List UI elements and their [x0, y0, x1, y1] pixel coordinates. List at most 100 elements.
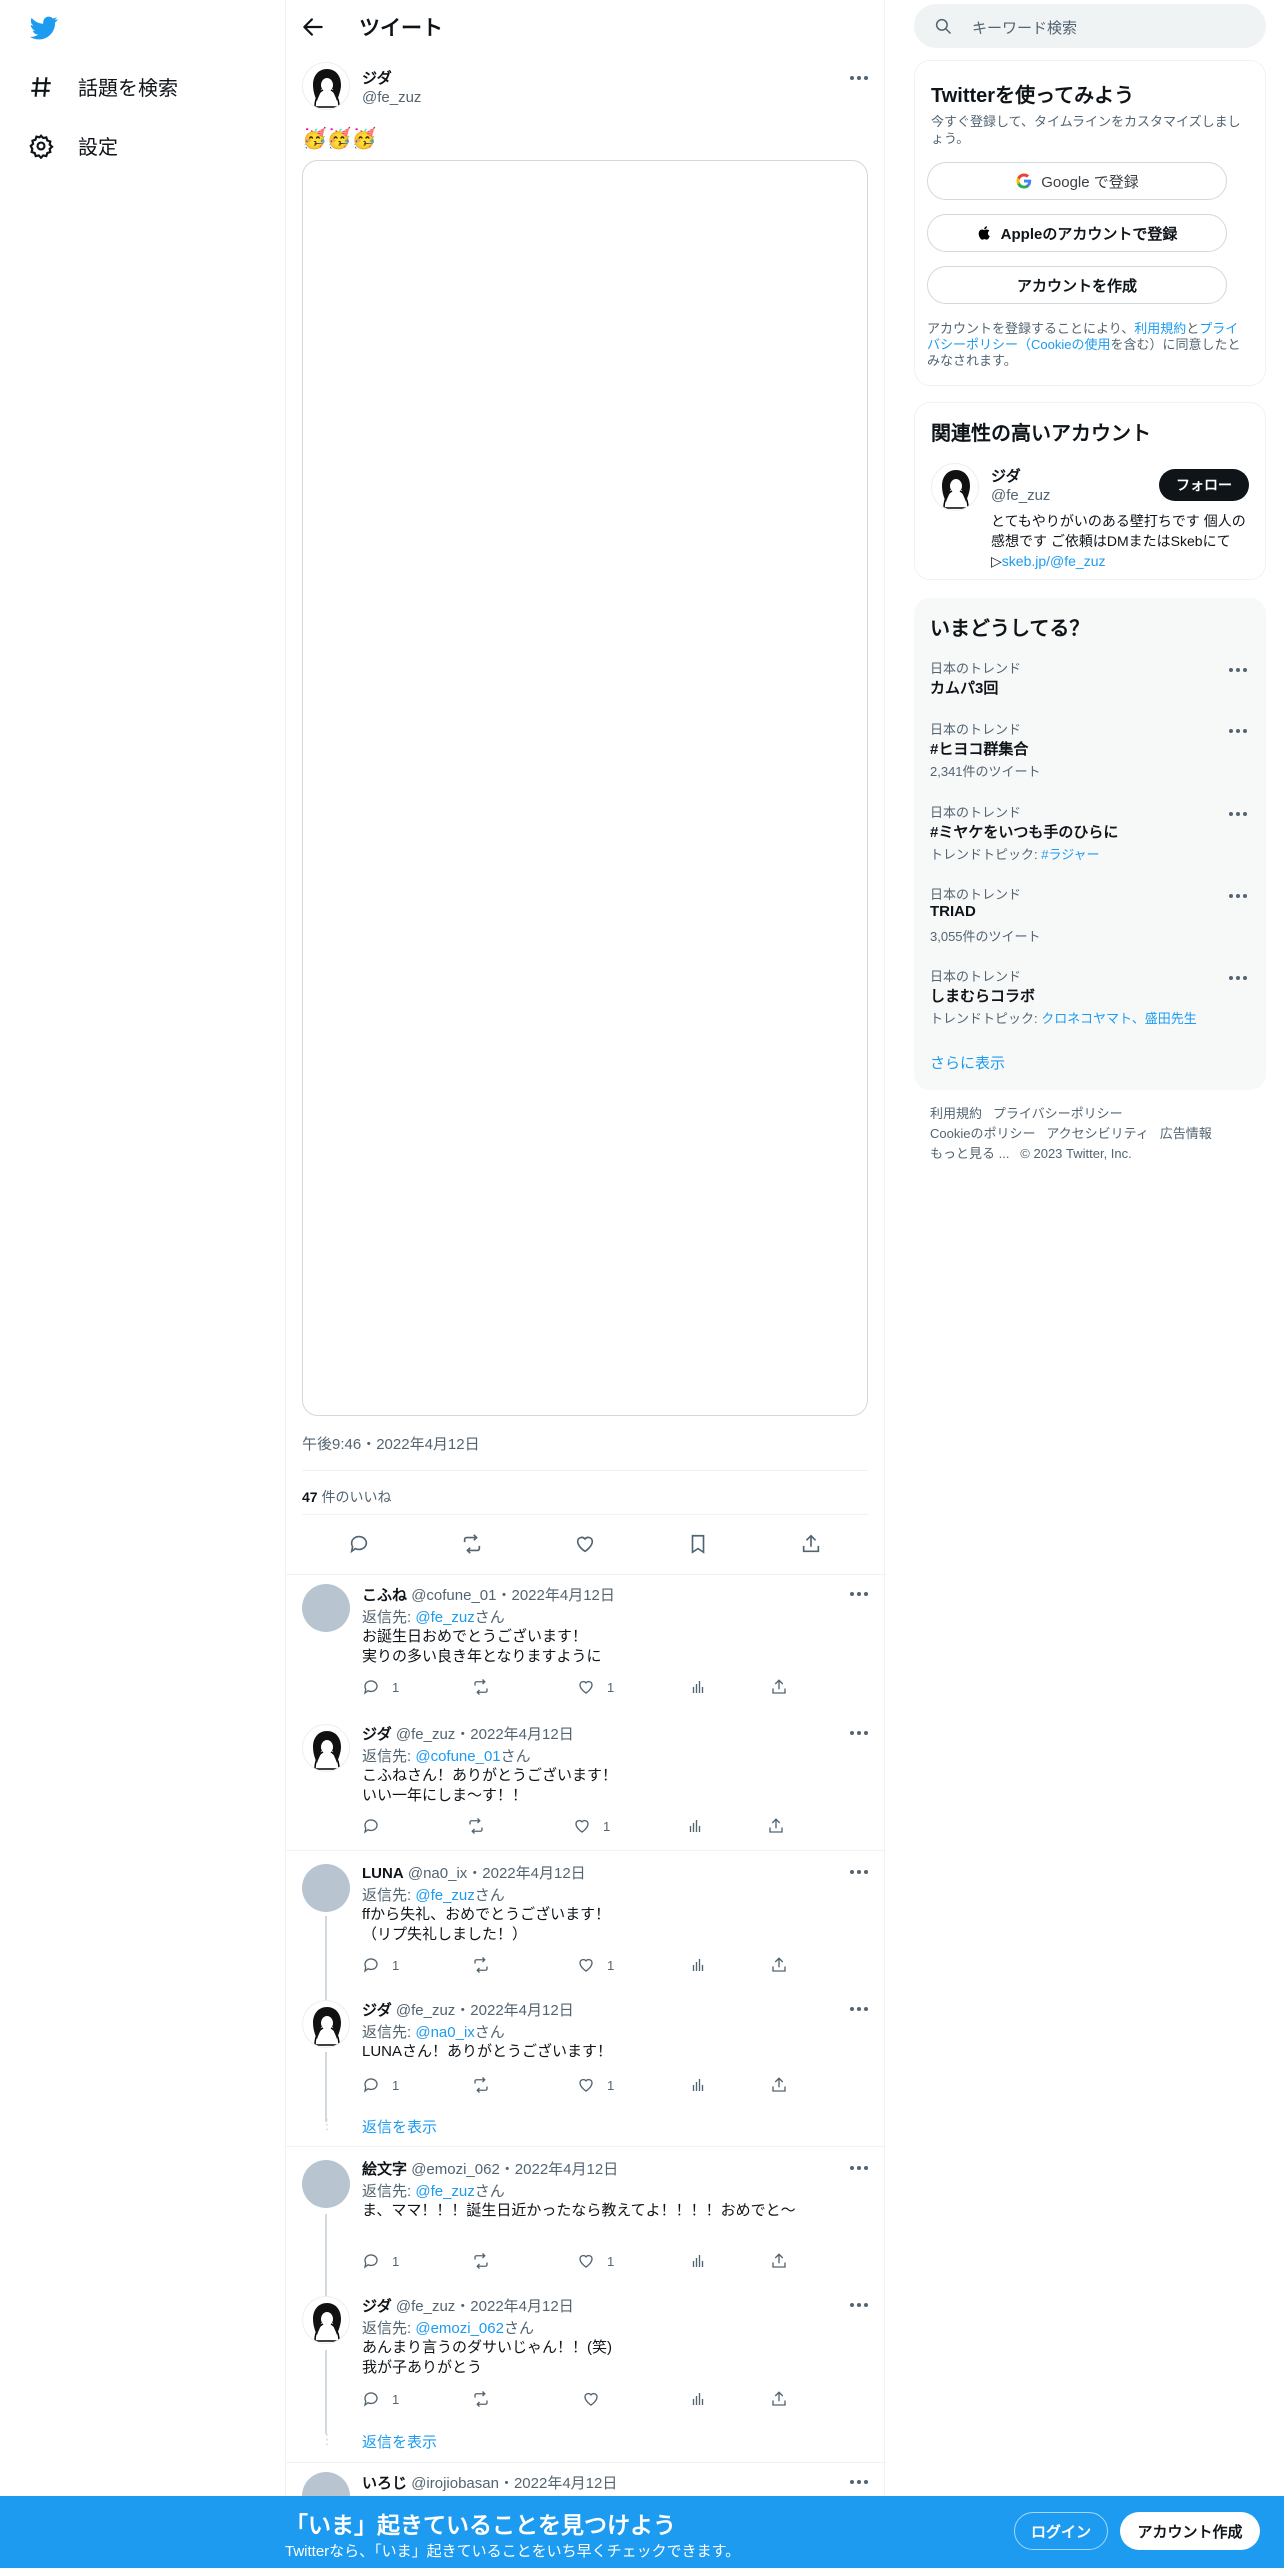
retweet-button[interactable]: [467, 1817, 497, 1835]
more-icon[interactable]: [847, 2156, 871, 2180]
analytics-button[interactable]: [686, 1817, 704, 1835]
reply-author-handle[interactable]: @irojiobasan: [411, 2475, 499, 2492]
reply-author-handle[interactable]: @cofune_01: [411, 1587, 496, 1604]
reply-date[interactable]: ・2022年4月12日: [467, 1865, 585, 1882]
reply-to-link[interactable]: @na0_ix: [415, 2024, 474, 2041]
like-button[interactable]: 1: [577, 1678, 614, 1696]
login-button[interactable]: ログイン: [1014, 2512, 1108, 2550]
reply-date[interactable]: ・2022年4月12日: [455, 1726, 573, 1743]
more-icon[interactable]: [847, 1721, 871, 1745]
bookmark-icon[interactable]: [687, 1533, 709, 1555]
retweet-button[interactable]: [472, 1678, 502, 1696]
reply-to-link[interactable]: @fe_zuz: [415, 1887, 474, 1904]
reply-author-name[interactable]: 絵文字: [362, 2161, 407, 2178]
share-button[interactable]: [770, 2390, 788, 2408]
search-input[interactable]: キーワード検索: [972, 17, 1077, 38]
reply-date[interactable]: ・2022年4月12日: [455, 2298, 573, 2315]
avatar[interactable]: [302, 1864, 350, 1912]
analytics-button[interactable]: [689, 2390, 707, 2408]
reply-button[interactable]: 1: [362, 2390, 399, 2408]
more-icon[interactable]: [847, 1582, 871, 1606]
reply-button[interactable]: 1: [362, 2076, 399, 2094]
show-more-trends-link[interactable]: さらに表示: [930, 1052, 1005, 1073]
twitter-logo-icon[interactable]: [28, 14, 60, 42]
reply-author-handle[interactable]: @fe_zuz: [396, 2002, 455, 2019]
nav-settings[interactable]: 設定: [28, 131, 118, 160]
share-icon[interactable]: [800, 1533, 822, 1555]
trend-topic-link[interactable]: #ラジャー: [1041, 847, 1099, 862]
follow-button[interactable]: フォロー: [1159, 469, 1249, 501]
avatar[interactable]: [302, 2296, 350, 2344]
reply-author-name[interactable]: ジダ: [362, 2298, 392, 2315]
related-account-handle[interactable]: @fe_zuz: [991, 487, 1050, 504]
reply-tweet[interactable]: ジダ @fe_zuz・2022年4月12日 返信先: @cofune_01さん …: [286, 1714, 886, 1850]
reply-author-name[interactable]: ジダ: [362, 1726, 392, 1743]
retweet-button[interactable]: [472, 1956, 502, 1974]
footer-link[interactable]: 利用規約: [930, 1106, 982, 1121]
tweet-author-handle[interactable]: @fe_zuz: [362, 89, 421, 106]
heart-icon[interactable]: [574, 1533, 596, 1555]
reply-tweet[interactable]: ジダ @fe_zuz・2022年4月12日 返信先: @na0_ixさん LUN…: [286, 1990, 886, 2100]
reply-author-handle[interactable]: @emozi_062: [411, 2161, 500, 2178]
like-button[interactable]: 1: [573, 1817, 610, 1835]
reply-tweet[interactable]: LUNA @na0_ix・2022年4月12日 返信先: @fe_zuzさん f…: [286, 1850, 886, 1990]
reply-to-link[interactable]: @emozi_062: [415, 2320, 504, 2337]
analytics-button[interactable]: [689, 2252, 707, 2270]
reply-date[interactable]: ・2022年4月12日: [499, 2475, 617, 2492]
reply-author-name[interactable]: こふね: [362, 1587, 407, 1604]
reply-icon[interactable]: [348, 1533, 370, 1555]
reply-author-handle[interactable]: @fe_zuz: [396, 2298, 455, 2315]
more-icon[interactable]: [1226, 966, 1250, 990]
share-button[interactable]: [770, 1956, 788, 1974]
reply-date[interactable]: ・2022年4月12日: [455, 2002, 573, 2019]
share-button[interactable]: [770, 1678, 788, 1696]
avatar[interactable]: [302, 1584, 350, 1632]
avatar[interactable]: [302, 2472, 350, 2496]
avatar[interactable]: [931, 463, 979, 511]
likes-count-link[interactable]: 47 件のいいね: [302, 1487, 391, 1507]
more-icon[interactable]: [1226, 802, 1250, 826]
google-signup-button[interactable]: Google で登録: [927, 162, 1227, 200]
footer-link[interactable]: 広告情報: [1160, 1126, 1212, 1141]
avatar[interactable]: [302, 2160, 350, 2208]
more-icon[interactable]: [847, 1860, 871, 1884]
tweet-timestamp[interactable]: 午後9:46・2022年4月12日: [302, 1433, 480, 1454]
reply-to-link[interactable]: @fe_zuz: [415, 1609, 474, 1626]
related-account-name[interactable]: ジダ: [991, 465, 1021, 486]
reply-tweet[interactable]: こふね @cofune_01・2022年4月12日 返信先: @fe_zuzさん…: [286, 1574, 886, 1714]
like-button[interactable]: [582, 2390, 612, 2408]
tweet-media[interactable]: [302, 160, 868, 1416]
show-replies-link[interactable]: 返信を表示: [362, 2116, 437, 2137]
reply-tweet[interactable]: 絵文字 @emozi_062・2022年4月12日 返信先: @fe_zuzさん…: [286, 2146, 886, 2286]
share-button[interactable]: [770, 2076, 788, 2094]
nav-explore[interactable]: 話題を検索: [28, 72, 178, 101]
reply-tweet[interactable]: ジダ @fe_zuz・2022年4月12日 返信先: @emozi_062さん …: [286, 2286, 886, 2426]
avatar[interactable]: [302, 1724, 350, 1772]
retweet-icon[interactable]: [461, 1533, 483, 1555]
more-icon[interactable]: [1226, 884, 1250, 908]
reply-button[interactable]: 1: [362, 1678, 399, 1696]
reply-button[interactable]: 1: [362, 2252, 399, 2270]
retweet-button[interactable]: [472, 2390, 502, 2408]
apple-signup-button[interactable]: Appleのアカウントで登録: [927, 214, 1227, 252]
reply-author-handle[interactable]: @na0_ix: [408, 1865, 467, 1882]
reply-button[interactable]: [362, 1817, 392, 1835]
retweet-button[interactable]: [472, 2252, 502, 2270]
reply-to-link[interactable]: @fe_zuz: [415, 2183, 474, 2200]
avatar[interactable]: [302, 2000, 350, 2048]
footer-link[interactable]: Cookieのポリシー: [930, 1126, 1035, 1141]
more-icon[interactable]: [847, 2470, 871, 2494]
footer-link[interactable]: アクセシビリティ: [1046, 1126, 1149, 1141]
create-account-button[interactable]: アカウントを作成: [927, 266, 1227, 304]
analytics-button[interactable]: [689, 2076, 707, 2094]
reply-author-name[interactable]: いろじ: [362, 2475, 407, 2492]
avatar[interactable]: [302, 62, 350, 110]
analytics-button[interactable]: [689, 1678, 707, 1696]
reply-date[interactable]: ・2022年4月12日: [500, 2161, 618, 2178]
analytics-button[interactable]: [689, 1956, 707, 1974]
more-icon[interactable]: [1226, 719, 1250, 743]
reply-author-name[interactable]: LUNA: [362, 1865, 404, 1882]
like-button[interactable]: 1: [577, 2076, 614, 2094]
more-icon[interactable]: [847, 1997, 871, 2021]
back-arrow-icon[interactable]: [300, 14, 326, 40]
